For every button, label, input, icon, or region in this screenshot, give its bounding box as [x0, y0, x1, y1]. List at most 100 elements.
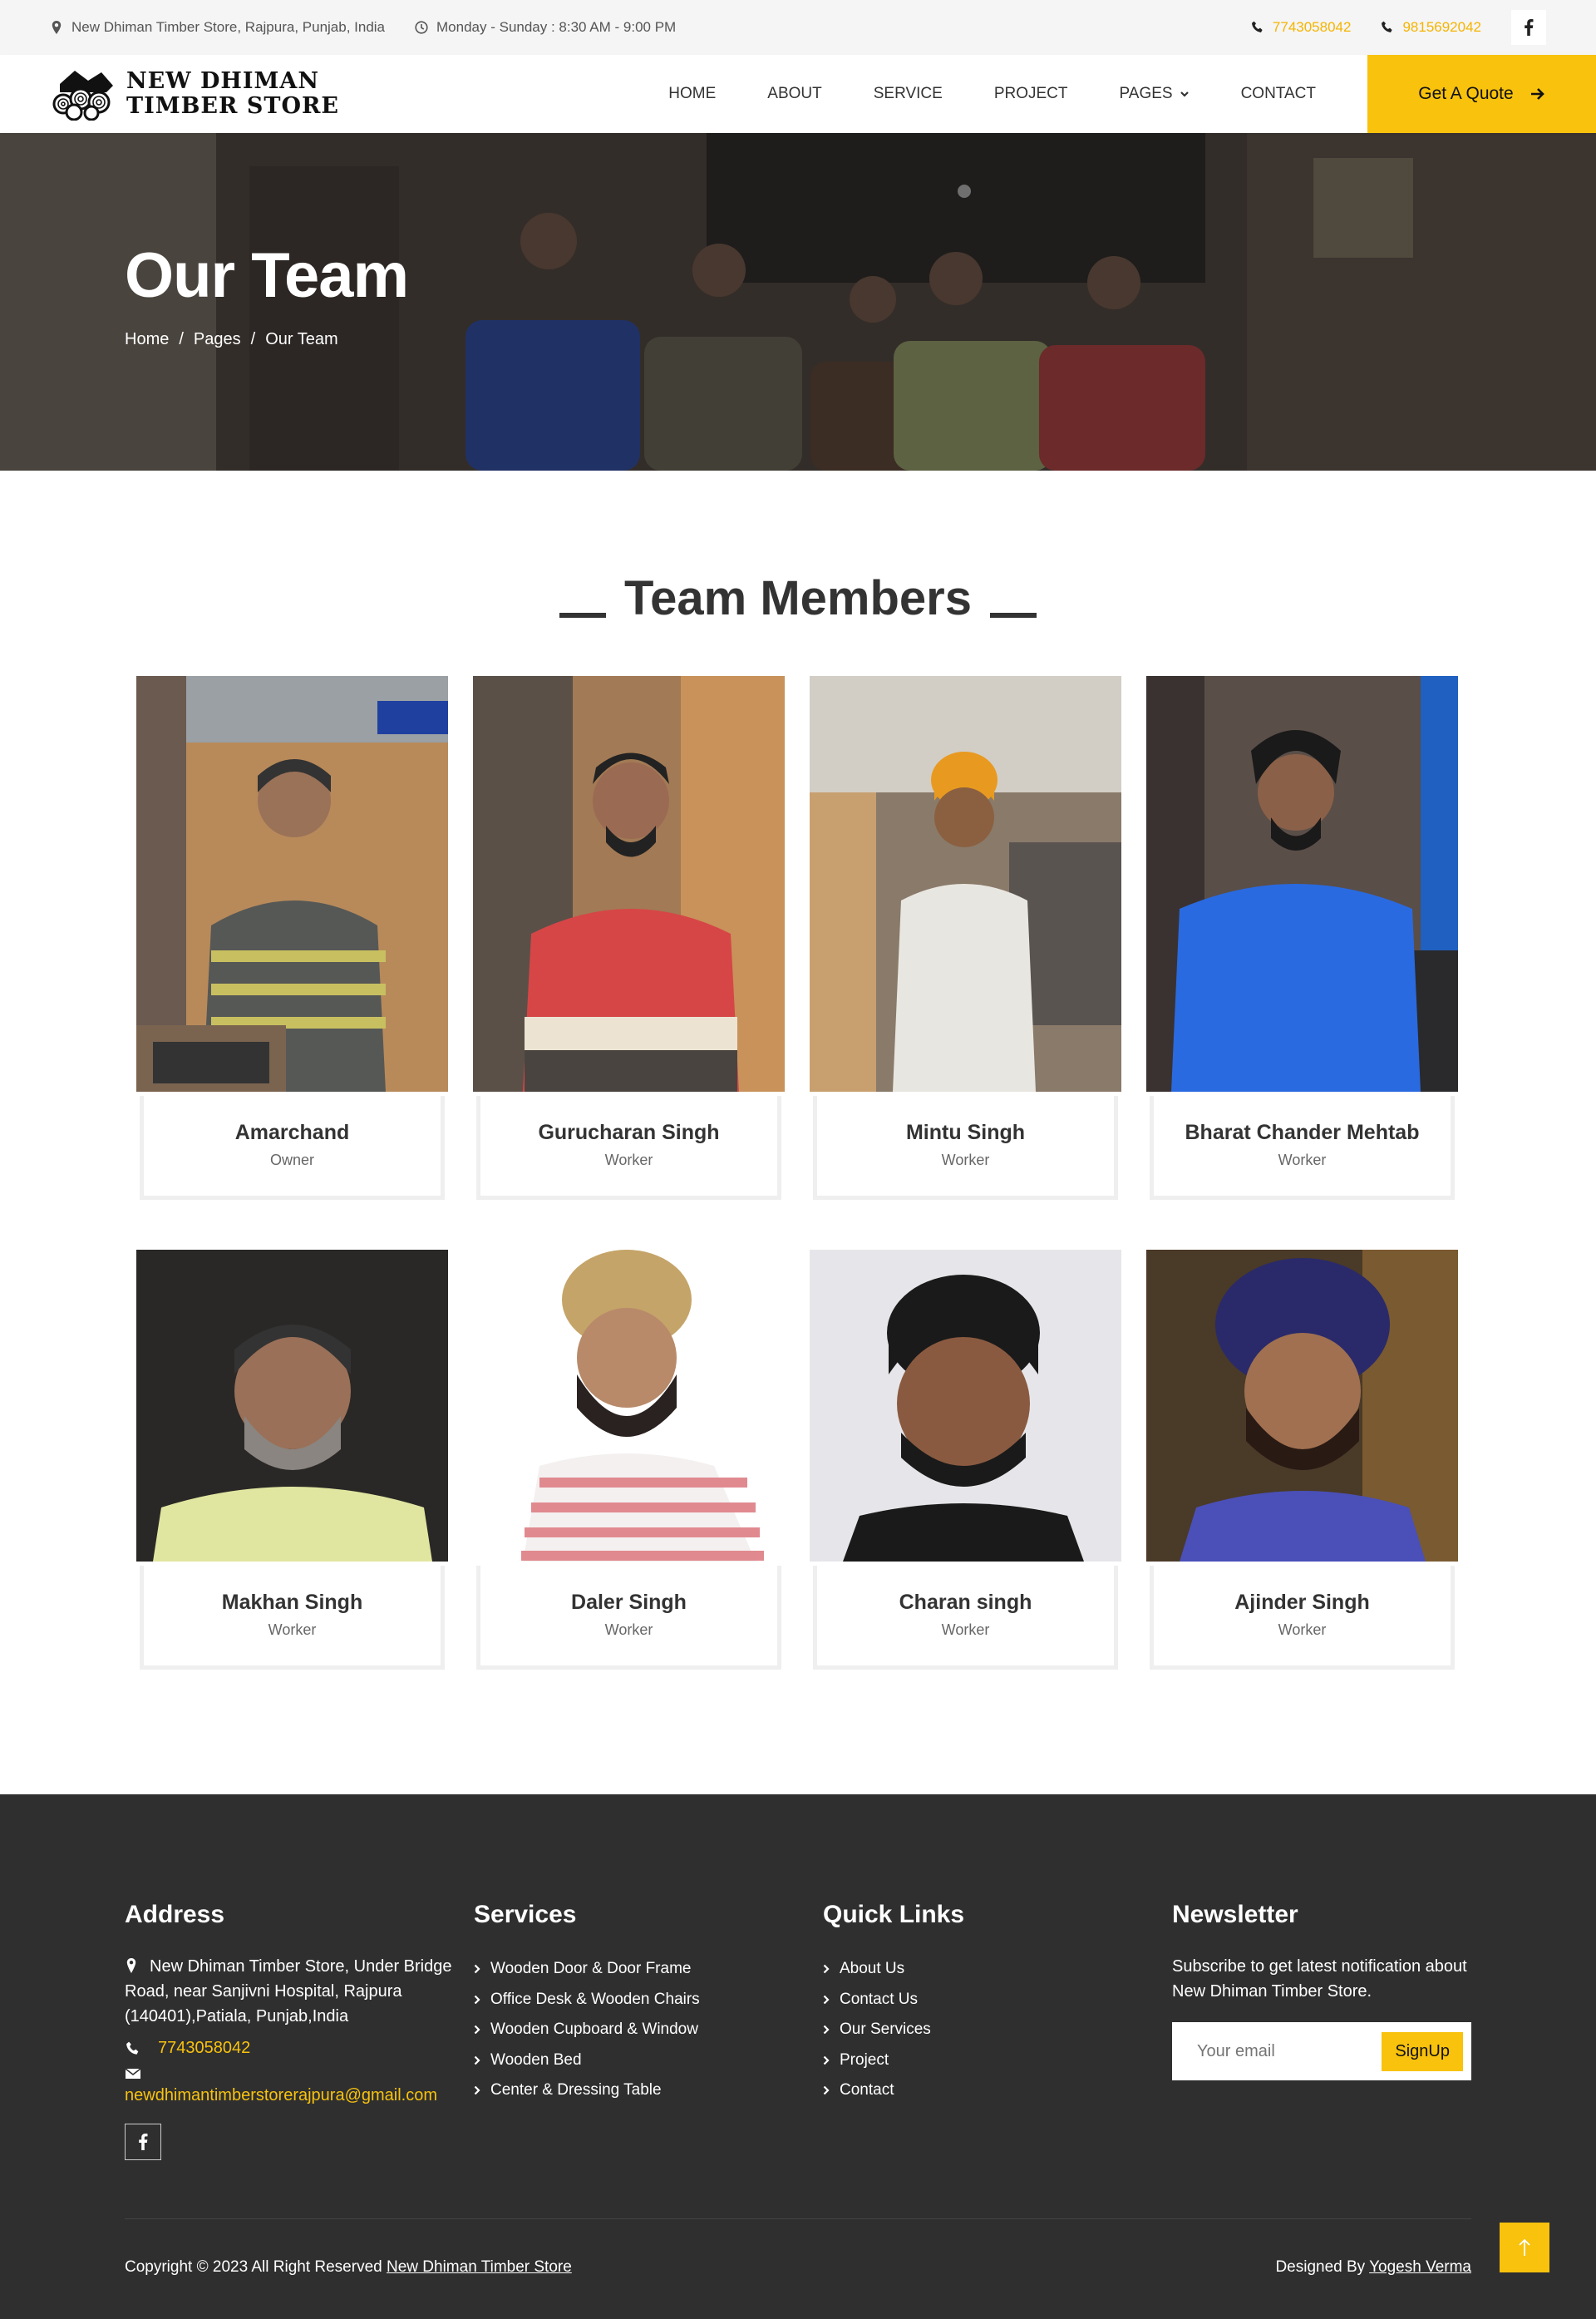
member-name: Mintu Singh [905, 1121, 1026, 1144]
footer-facebook-link[interactable] [125, 2124, 161, 2160]
member-role: Owner [269, 1152, 314, 1168]
footer-quick-link[interactable]: Contact [823, 2075, 1172, 2106]
footer-address: Address New Dhiman Timber Store, Under B… [125, 1901, 474, 2160]
map-pin-icon [126, 1958, 136, 1973]
member-name: Bharat Chander Mehtab [1185, 1121, 1420, 1144]
team-card[interactable]: Amarchand Owner [136, 676, 448, 1200]
footer-phone[interactable]: 7743058042 [125, 2039, 474, 2058]
page-title: Our Team [125, 240, 409, 311]
nav-home[interactable]: HOME [668, 85, 716, 103]
footer-service-link[interactable]: Wooden Door & Door Frame [474, 1954, 823, 1985]
team-card[interactable]: Daler Singh Worker [473, 1250, 785, 1670]
nav-contact[interactable]: CONTACT [1241, 85, 1316, 103]
member-name: Makhan Singh [221, 1591, 363, 1614]
nav-about[interactable]: ABOUT [767, 85, 821, 103]
team-card[interactable]: Gurucharan Singh Worker [473, 676, 785, 1200]
team-card[interactable]: Charan singh Worker [810, 1250, 1121, 1670]
footer-newsletter: Newsletter Subscribe to get latest notif… [1172, 1901, 1471, 2160]
member-name: Amarchand [234, 1121, 350, 1144]
designed-prefix: Designed By [1275, 2258, 1370, 2276]
footer-quick-links: Quick Links About Us Contact Us Our Serv… [823, 1901, 1172, 2160]
breadcrumb-pages[interactable]: Pages [194, 330, 241, 349]
footer-newsletter-title: Newsletter [1172, 1901, 1298, 1928]
copyright-prefix: Copyright © 2023 All Right Reserved [125, 2258, 387, 2276]
back-to-top-button[interactable] [1500, 2223, 1549, 2272]
member-photo [1146, 1250, 1458, 1562]
footer-email-icon-row [125, 2066, 474, 2081]
chevron-right-icon [823, 2055, 830, 2065]
title-underline-right [989, 613, 1037, 618]
envelope-icon [125, 2068, 141, 2079]
chevron-right-icon [823, 2085, 830, 2095]
phone-icon [1382, 21, 1393, 32]
designer-link[interactable]: Yogesh Verma [1369, 2258, 1471, 2276]
footer-service-link[interactable]: Wooden Cupboard & Window [474, 2015, 823, 2045]
phone-icon [126, 2041, 139, 2055]
member-role: Worker [268, 1621, 317, 1638]
breadcrumb-home[interactable]: Home [125, 330, 169, 349]
chevron-right-icon [823, 1964, 830, 1974]
get-quote-label: Get A Quote [1418, 84, 1514, 103]
copyright-link[interactable]: New Dhiman Timber Store [387, 2258, 572, 2276]
footer-service-link[interactable]: Office Desk & Wooden Chairs [474, 1985, 823, 2016]
chevron-right-icon [823, 1995, 830, 2005]
arrow-up-icon [1519, 2238, 1530, 2256]
footer-quick-label: Our Services [840, 2020, 931, 2038]
main-navbar: NEW DHIMAN TIMBER STORE HOME ABOUT SERVI… [0, 55, 1596, 133]
footer-quick-link[interactable]: Project [823, 2045, 1172, 2076]
topbar-phone-2[interactable]: 9815692042 [1381, 19, 1481, 36]
arrow-right-icon [1530, 88, 1544, 100]
breadcrumb: Home / Pages / Our Team [125, 330, 408, 349]
member-role: Worker [941, 1152, 990, 1168]
footer-service-label: Center & Dressing Table [490, 2081, 662, 2099]
chevron-right-icon [474, 2025, 480, 2035]
nav-project[interactable]: PROJECT [994, 85, 1068, 103]
footer-bottom-bar: Copyright © 2023 All Right Reserved New … [125, 2258, 1471, 2277]
team-card[interactable]: Bharat Chander Mehtab Worker [1146, 676, 1458, 1200]
section-title-text: Team Members [624, 571, 972, 625]
facebook-icon [1525, 19, 1534, 36]
nav-pages-dropdown[interactable]: PAGES [1120, 85, 1190, 103]
nav-service[interactable]: SERVICE [874, 85, 943, 103]
footer-quick-label: About Us [840, 1960, 905, 1977]
team-card[interactable]: Mintu Singh Worker [810, 676, 1121, 1200]
member-photo [473, 1250, 785, 1562]
newsletter-description: Subscribe to get latest notification abo… [1172, 1957, 1467, 2001]
brand-line-1: NEW DHIMAN [126, 68, 320, 94]
topbar-phone-2-text: 9815692042 [1402, 19, 1481, 35]
chevron-right-icon [474, 2085, 480, 2095]
team-card[interactable]: Ajinder Singh Worker [1146, 1250, 1458, 1670]
footer-services: Services Wooden Door & Door Frame Office… [474, 1901, 823, 2160]
team-card[interactable]: Makhan Singh Worker [136, 1250, 448, 1670]
designer-credit: Designed By Yogesh Verma [1275, 2258, 1471, 2277]
site-footer: Address New Dhiman Timber Store, Under B… [0, 1794, 1596, 2319]
breadcrumb-separator: / [250, 330, 256, 348]
footer-address-title: Address [125, 1901, 225, 1928]
member-photo [810, 676, 1121, 1092]
footer-quick-link[interactable]: About Us [823, 1954, 1172, 1985]
footer-services-title: Services [474, 1901, 577, 1928]
footer-quick-link[interactable]: Our Services [823, 2015, 1172, 2045]
phone-icon [1251, 21, 1263, 32]
brand-logo[interactable]: NEW DHIMAN TIMBER STORE [52, 67, 339, 121]
clock-icon [415, 21, 428, 34]
footer-email-link[interactable]: newdhimantimberstorerajpura@gmail.com [125, 2086, 474, 2105]
footer-service-link[interactable]: Wooden Bed [474, 2045, 823, 2076]
member-role: Worker [941, 1621, 990, 1638]
newsletter-email-input[interactable] [1197, 2041, 1372, 2061]
nav-pages-label: PAGES [1119, 85, 1173, 102]
footer-service-label: Wooden Door & Door Frame [490, 1960, 692, 1977]
get-quote-button[interactable]: Get A Quote [1367, 55, 1596, 133]
chevron-right-icon [474, 2055, 480, 2065]
topbar-hours-text: Monday - Sunday : 8:30 AM - 9:00 PM [436, 19, 677, 35]
footer-service-link[interactable]: Center & Dressing Table [474, 2075, 823, 2106]
topbar-hours: Monday - Sunday : 8:30 AM - 9:00 PM [415, 19, 676, 36]
footer-quick-link[interactable]: Contact Us [823, 1985, 1172, 2016]
member-photo [473, 676, 785, 1092]
member-role: Worker [1278, 1152, 1327, 1168]
topbar-phone-1[interactable]: 7743058042 [1251, 19, 1351, 36]
brand-line-2: TIMBER STORE [126, 93, 339, 119]
facebook-link[interactable] [1511, 10, 1546, 45]
chevron-right-icon [474, 1964, 480, 1974]
newsletter-signup-button[interactable]: SignUp [1382, 2031, 1463, 2071]
